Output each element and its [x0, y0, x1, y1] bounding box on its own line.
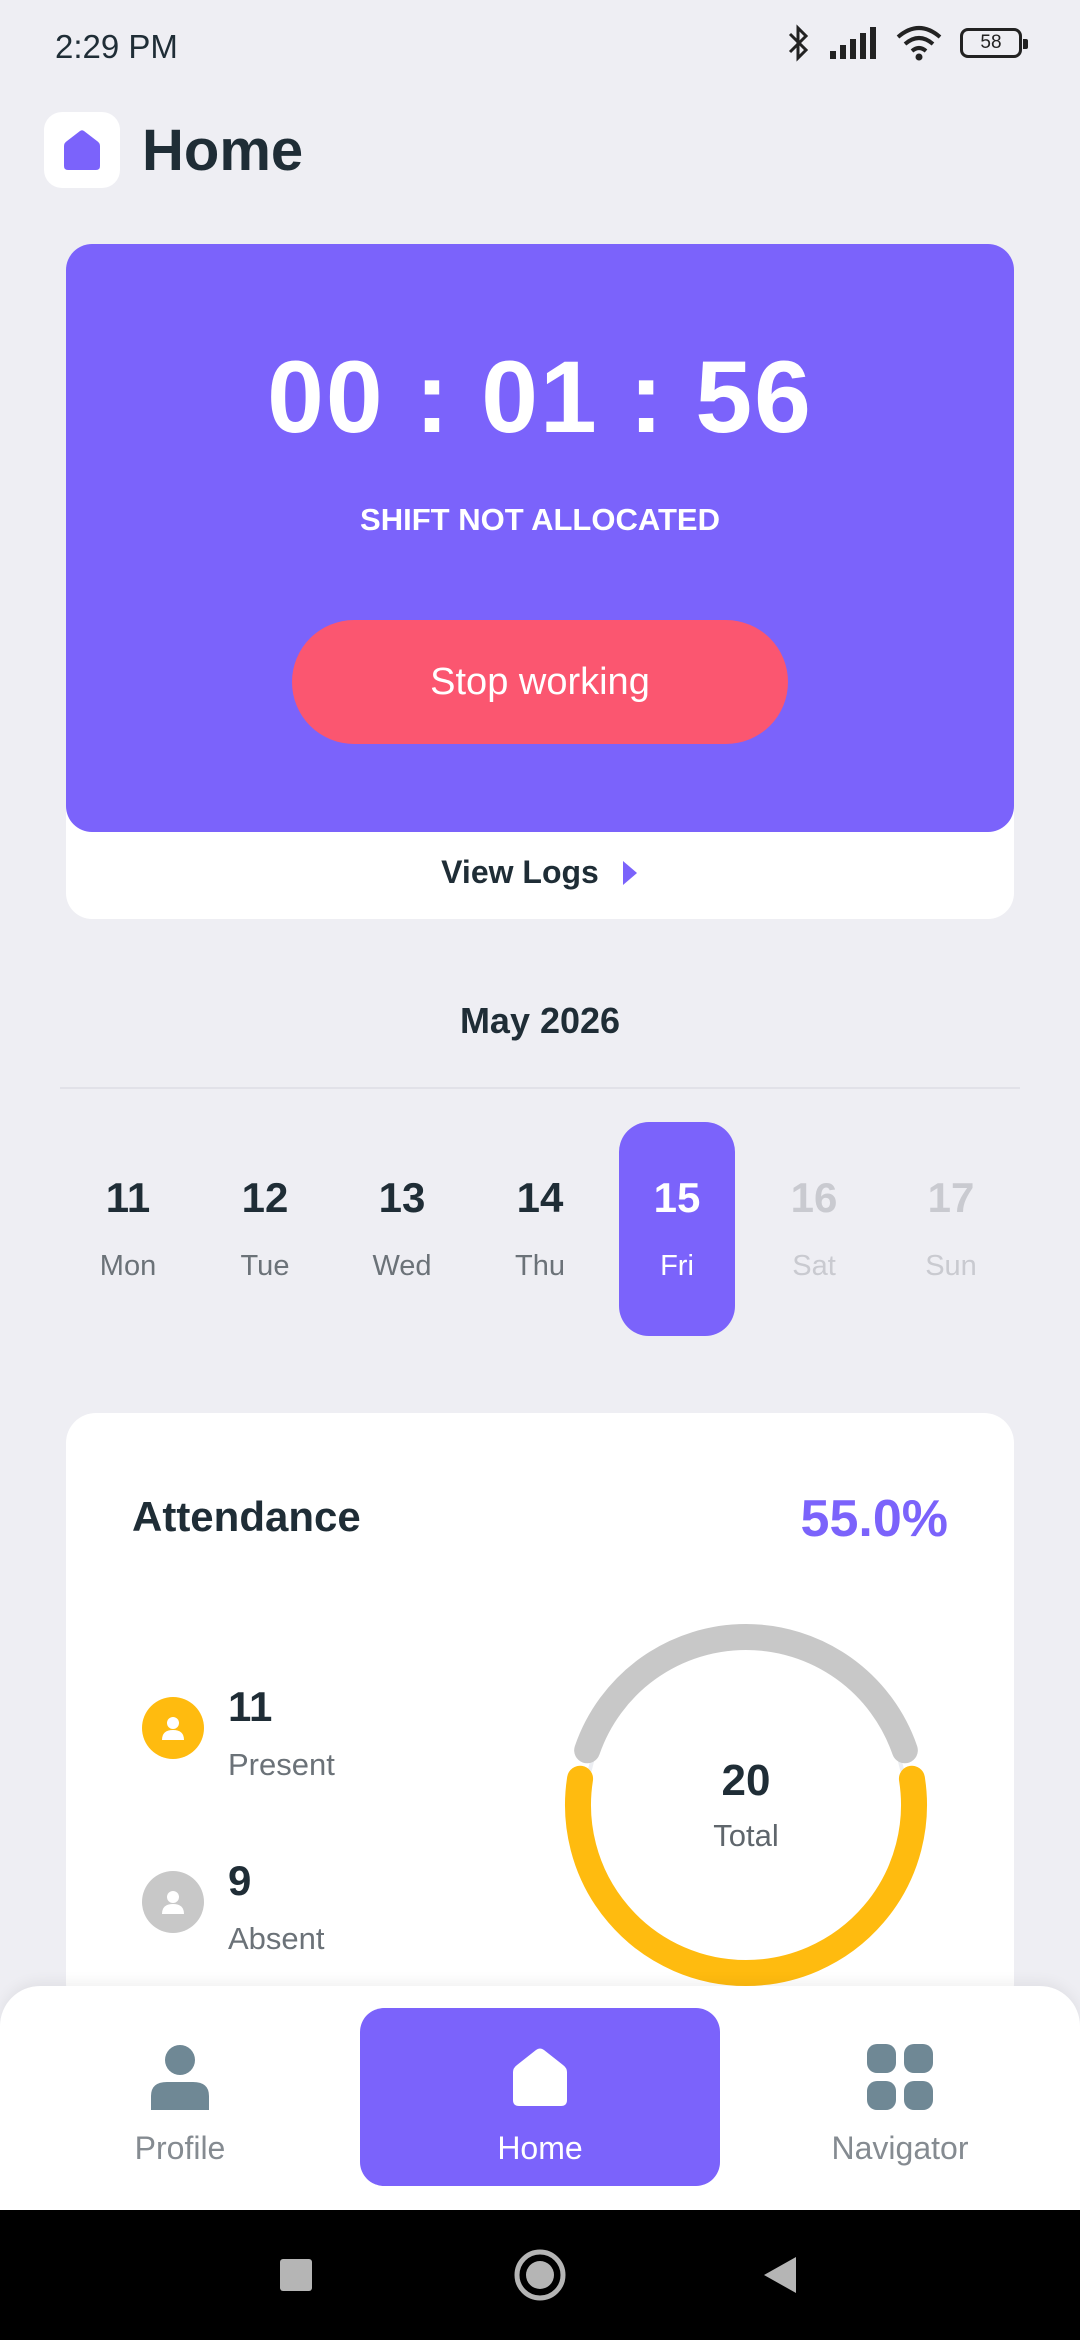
total-label: Total [713, 1818, 779, 1853]
wifi-icon [896, 26, 942, 61]
bottom-nav: Profile Home Navigator [0, 1986, 1080, 2210]
day-number: 11 [105, 1174, 151, 1221]
day-cell[interactable]: 13 Wed [344, 1122, 460, 1336]
shift-status: SHIFT NOT ALLOCATED [360, 502, 720, 537]
timer-card-container: 00 : 01 : 56 SHIFT NOT ALLOCATED Stop wo… [66, 244, 1014, 919]
profile-icon [151, 2045, 209, 2110]
day-name: Wed [372, 1250, 432, 1282]
day-name: Fri [660, 1250, 694, 1282]
attendance-percent: 55.0% [800, 1490, 948, 1548]
absent-value: 9 [228, 1857, 252, 1904]
person-icon [162, 1891, 184, 1914]
day-cell[interactable]: 11 Mon [70, 1122, 186, 1336]
recents-icon [280, 2259, 312, 2291]
present-label: Present [228, 1747, 335, 1782]
page-title: Home [142, 117, 304, 183]
nav-item-home[interactable]: Home [360, 2008, 720, 2186]
back-button[interactable] [720, 2210, 840, 2340]
day-cell-disabled: 16 Sat [756, 1122, 872, 1336]
day-cell-selected[interactable]: 15 Fri [619, 1122, 735, 1336]
day-name: Thu [515, 1250, 565, 1282]
signal-icon [830, 27, 876, 59]
nav-item-navigator[interactable]: Navigator [720, 2008, 1080, 2186]
attendance-title: Attendance [132, 1493, 361, 1540]
chevron-right-icon [622, 860, 637, 885]
day-number: 14 [516, 1174, 564, 1221]
calendar-divider [60, 1087, 1020, 1089]
donut-center: 20 Total [560, 1619, 932, 1991]
status-icons: 58 [786, 24, 1028, 62]
day-number: 12 [241, 1174, 289, 1221]
absent-label: Absent [228, 1921, 325, 1956]
person-icon [162, 1717, 184, 1740]
day-name: Sat [792, 1250, 836, 1282]
day-number: 15 [653, 1174, 701, 1221]
battery-level: 58 [980, 32, 1002, 53]
app-logo [44, 112, 120, 188]
absent-icon [142, 1871, 204, 1933]
back-icon [764, 2257, 796, 2293]
home-icon [513, 2048, 567, 2106]
day-cell[interactable]: 12 Tue [207, 1122, 323, 1336]
day-name: Sun [925, 1250, 977, 1282]
app-header: Home [44, 112, 303, 188]
nav-label-home: Home [497, 2130, 583, 2166]
home-icon [64, 130, 100, 170]
day-strip: 11 Mon 12 Tue 13 Wed 14 Thu 15 Fri 16 Sa… [60, 1122, 1020, 1336]
bluetooth-icon [788, 24, 809, 62]
system-nav-bar [0, 2210, 1080, 2340]
day-cell-disabled: 17 Sun [893, 1122, 1009, 1336]
day-name: Tue [240, 1250, 290, 1282]
system-home-button[interactable] [480, 2210, 600, 2340]
timer-card: 00 : 01 : 56 SHIFT NOT ALLOCATED Stop wo… [66, 244, 1014, 832]
day-number: 16 [790, 1174, 838, 1221]
stop-working-button[interactable]: Stop working [292, 620, 788, 744]
view-logs-link[interactable]: View Logs [66, 854, 1014, 891]
work-timer: 00 : 01 : 56 [267, 340, 813, 454]
nav-item-profile[interactable]: Profile [0, 2008, 360, 2186]
home-circle-icon [514, 2249, 566, 2301]
status-bar: 2:29 PM 58 [0, 0, 1080, 96]
month-label: May 2026 [459, 1000, 621, 1041]
day-cell[interactable]: 14 Thu [482, 1122, 598, 1336]
total-value: 20 [721, 1756, 771, 1805]
day-number: 13 [378, 1174, 426, 1221]
attendance-card: Attendance 55.0% 11 Present 9 Absent 20 … [66, 1413, 1014, 2013]
grid-icon [867, 2044, 933, 2110]
battery-indicator: 58 [960, 28, 1028, 58]
nav-label-profile: Profile [134, 2130, 226, 2166]
day-number: 17 [927, 1174, 975, 1221]
day-name: Mon [99, 1250, 157, 1282]
present-icon [142, 1697, 204, 1759]
present-value: 11 [228, 1683, 273, 1730]
recents-button[interactable] [236, 2210, 356, 2340]
nav-label-navigator: Navigator [831, 2130, 969, 2166]
status-time: 2:29 PM [55, 28, 178, 65]
view-logs-label: View Logs [441, 854, 599, 890]
